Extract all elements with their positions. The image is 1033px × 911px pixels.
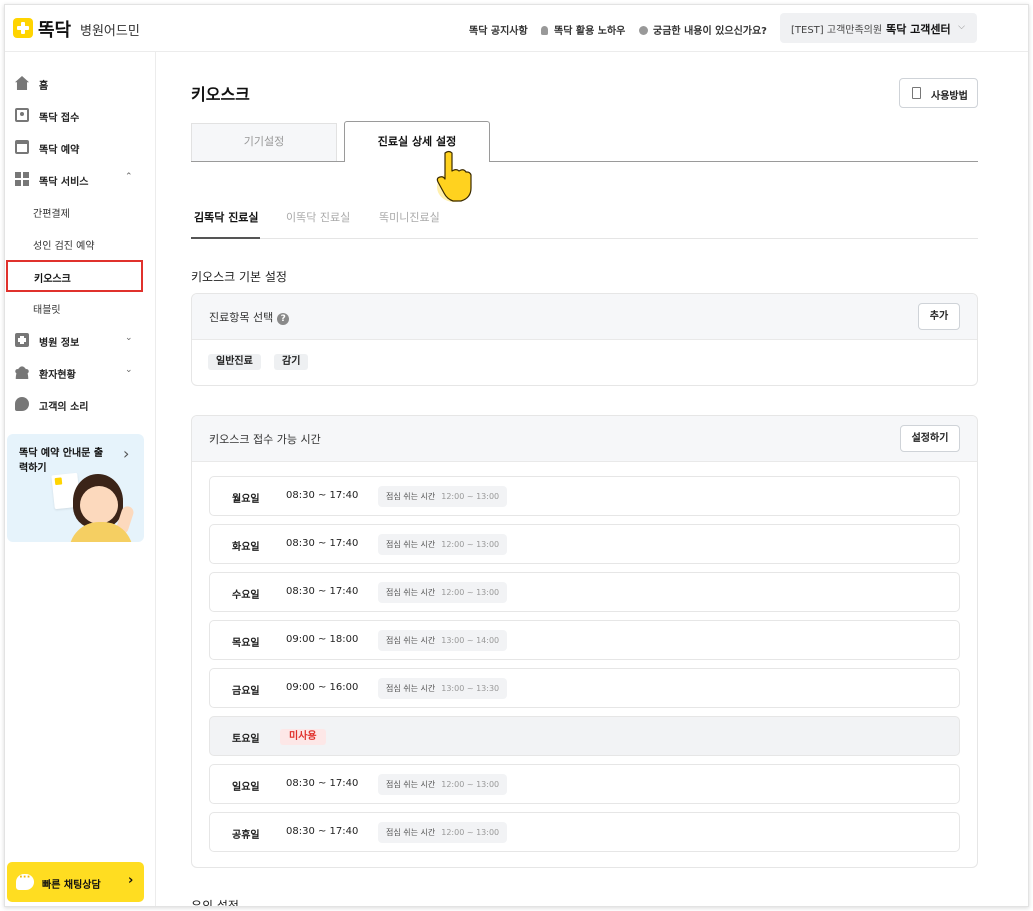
- subtab-mini-room[interactable]: 똑미니진료실: [379, 209, 440, 225]
- sidebar-item-reception[interactable]: 똑닥 접수: [5, 101, 155, 129]
- users-icon: [15, 365, 29, 379]
- treatment-title: 진료항목 선택: [209, 311, 274, 324]
- lunch-badge: 점심 쉬는 시간 12:00 ~ 13:00: [378, 582, 508, 603]
- sidebar-sub-tablet[interactable]: 태블릿: [5, 293, 155, 321]
- hospital-icon: [15, 333, 29, 347]
- top-header: 똑닥 병원어드민 똑닥 공지사항 똑닥 활용 노하우 궁금한 내용이 있으신가요…: [5, 5, 1028, 52]
- day-row-tue[interactable]: 화요일 08:30 ~ 17:40 점심 쉬는 시간 12:00 ~ 13:00: [209, 524, 960, 564]
- subtab-underline: [191, 237, 260, 239]
- day-row-sun[interactable]: 일요일 08:30 ~ 17:40 점심 쉬는 시간 12:00 ~ 13:00: [209, 764, 960, 804]
- chat-icon: [15, 397, 29, 411]
- sidebar-item-reservation[interactable]: 똑닥 예약: [5, 133, 155, 161]
- document-icon: [912, 87, 921, 99]
- sidebar-item-patients[interactable]: 환자현황 ⌄: [5, 358, 155, 386]
- treatment-chip: 감기: [274, 354, 309, 370]
- sidebar-item-hospital-info[interactable]: 병원 정보 ⌄: [5, 326, 155, 354]
- question-icon: [639, 26, 648, 35]
- chevron-right-icon: ›: [128, 873, 134, 888]
- help-icon[interactable]: ?: [277, 313, 290, 325]
- brand-logo-icon[interactable]: [13, 18, 33, 38]
- subtabs-divider: [191, 238, 978, 239]
- day-row-mon[interactable]: 월요일 08:30 ~ 17:40 점심 쉬는 시간 12:00 ~ 13:00: [209, 476, 960, 516]
- sidebar-item-service[interactable]: 똑닥 서비스 ⌃: [5, 165, 155, 193]
- setup-hours-button[interactable]: 설정하기: [900, 425, 960, 452]
- pointer-hand-icon: [436, 150, 472, 202]
- section-title: 키오스크 기본 설정: [191, 270, 287, 284]
- tabs-divider: [191, 161, 978, 162]
- chevron-down-icon: ⌄: [125, 333, 133, 343]
- chevron-right-icon: ›: [123, 444, 130, 463]
- sidebar-sub-kiosk[interactable]: 키오스크: [6, 260, 143, 292]
- person-card-icon: [15, 108, 29, 122]
- calendar-icon: [15, 140, 29, 154]
- subtab-kim-room[interactable]: 김똑닥 진료실: [194, 209, 259, 225]
- home-icon: [15, 76, 29, 90]
- brand-subtitle: 병원어드민: [80, 24, 140, 39]
- app-window: 똑닥 병원어드민 똑닥 공지사항 똑닥 활용 노하우 궁금한 내용이 있으신가요…: [4, 4, 1029, 907]
- lunch-badge: 점심 쉬는 시간 13:00 ~ 14:00: [378, 630, 508, 651]
- day-row-holiday[interactable]: 공휴일 08:30 ~ 17:40 점심 쉬는 시간 12:00 ~ 13:00: [209, 812, 960, 852]
- chevron-up-icon: ⌃: [125, 172, 133, 182]
- nav-knowhow-link[interactable]: 똑닥 활용 노하우: [541, 22, 625, 37]
- lightbulb-icon: [541, 26, 548, 35]
- treatment-card: 진료항목 선택? 추가: [191, 293, 978, 386]
- page-title: 키오스크: [191, 85, 250, 104]
- hours-title: 키오스크 접수 가능 시간: [209, 433, 321, 446]
- chat-bubble-icon: [16, 872, 34, 890]
- day-row-sat[interactable]: 토요일 미사용: [209, 716, 960, 756]
- support-label: 똑닥 고객센터: [886, 23, 951, 36]
- sidebar-sub-easypay[interactable]: 간편결제: [5, 197, 155, 225]
- brand-name[interactable]: 똑닥: [38, 16, 71, 42]
- lunch-badge: 점심 쉬는 시간 12:00 ~ 13:00: [378, 774, 508, 795]
- banner-text: 똑닥 예약 안내문 출력하기: [19, 448, 104, 474]
- treatment-chip: 일반진료: [208, 354, 261, 370]
- chevron-down-icon: ⌵: [958, 22, 965, 32]
- sidebar-sub-checkup[interactable]: 성인 검진 예약: [5, 229, 155, 257]
- chevron-down-icon: ⌄: [125, 365, 133, 375]
- add-treatment-button[interactable]: 추가: [918, 303, 960, 330]
- lunch-badge: 점심 쉬는 시간 12:00 ~ 13:00: [378, 822, 508, 843]
- hospital-selector[interactable]: [TEST] 고객만족의원 똑닥 고객센터 ⌵: [780, 13, 977, 43]
- day-row-thu[interactable]: 목요일 09:00 ~ 18:00 점심 쉬는 시간 13:00 ~ 14:00: [209, 620, 960, 660]
- next-section-title: 유의 설정: [191, 899, 239, 907]
- sidebar-item-home[interactable]: 홈: [5, 69, 155, 97]
- quick-chat-button[interactable]: 빠른 채팅상담 ›: [7, 862, 144, 902]
- unused-badge: 미사용: [280, 729, 326, 745]
- lunch-badge: 점심 쉬는 시간 12:00 ~ 13:00: [378, 486, 508, 507]
- lunch-badge: 점심 쉬는 시간 12:00 ~ 13:00: [378, 534, 508, 555]
- subtab-lee-room[interactable]: 이똑닥 진료실: [286, 209, 350, 225]
- howto-button[interactable]: 사용방법: [899, 78, 978, 108]
- sidebar-item-voice[interactable]: 고객의 소리: [5, 390, 155, 418]
- lunch-badge: 점심 쉬는 시간 13:00 ~ 13:30: [378, 678, 508, 699]
- reservation-notice-banner[interactable]: 똑닥 예약 안내문 출력하기 ›: [7, 434, 144, 542]
- hospital-name: [TEST] 고객만족의원: [791, 25, 883, 36]
- nav-notice-link[interactable]: 똑닥 공지사항: [469, 22, 528, 37]
- sidebar: 홈 똑닥 접수 똑닥 예약 똑닥 서비스 ⌃ 간편결제 성인 검진 예약 키오스…: [5, 52, 156, 906]
- day-row-fri[interactable]: 금요일 09:00 ~ 16:00 점심 쉬는 시간 13:00 ~ 13:30: [209, 668, 960, 708]
- grid-icon: [15, 172, 29, 186]
- day-row-wed[interactable]: 수요일 08:30 ~ 17:40 점심 쉬는 시간 12:00 ~ 13:00: [209, 572, 960, 612]
- tab-device-settings[interactable]: 기기설정: [191, 123, 337, 161]
- nav-faq-link[interactable]: 궁금한 내용이 있으신가요?: [639, 22, 767, 37]
